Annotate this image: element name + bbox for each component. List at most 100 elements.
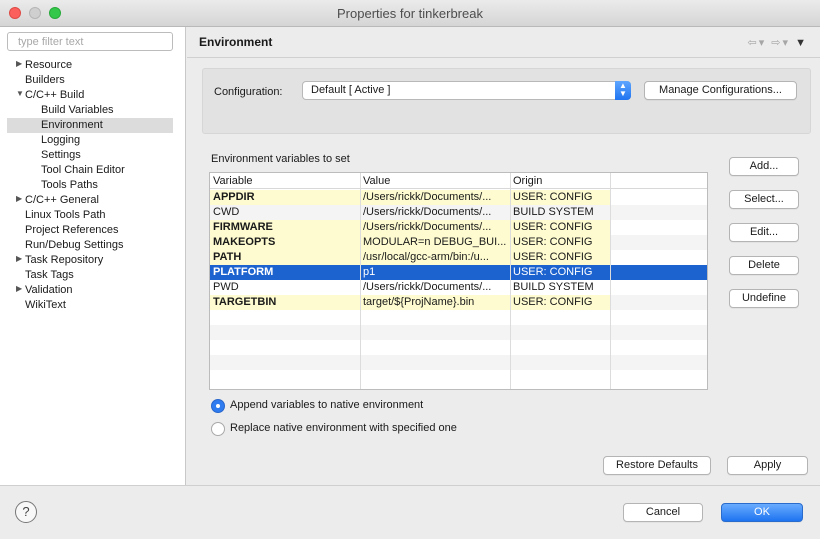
apply-button[interactable]: Apply <box>727 456 808 475</box>
help-icon[interactable]: ? <box>15 501 37 523</box>
variables-label: Environment variables to set <box>211 153 350 165</box>
tree-item-label: Settings <box>41 149 81 161</box>
cell-value: MODULAR=n DEBUG_BUI... <box>360 235 510 250</box>
tree-item-label: Logging <box>41 134 81 146</box>
filter-input[interactable]: type filter text <box>7 32 173 51</box>
undefine-button[interactable]: Undefine <box>729 289 799 308</box>
cell-variable: FIRMWARE <box>210 220 360 235</box>
column-header-value[interactable]: Value <box>360 173 510 189</box>
tree-item[interactable]: Project References <box>25 223 119 238</box>
expanded-arrow-icon[interactable]: ▼ <box>16 86 24 101</box>
chevron-down-icon[interactable]: ▾ <box>783 37 791 49</box>
tree-item[interactable]: Settings <box>41 148 81 163</box>
configuration-select[interactable]: Default [ Active ] ▲ ▼ <box>302 81 631 100</box>
cell-origin: USER: CONFIG <box>510 295 610 310</box>
cell-origin: BUILD SYSTEM <box>513 281 594 293</box>
table-row[interactable] <box>210 325 707 340</box>
tree-item-label: Tool Chain Editor <box>41 164 125 176</box>
tree-item-label: Project References <box>25 224 119 236</box>
select-arrows-icon: ▲ ▼ <box>615 81 631 100</box>
tree-item-label: Task Tags <box>25 269 74 281</box>
table-row[interactable]: APPDIR/Users/rickk/Documents/... USER: CO… <box>210 190 707 205</box>
tree-item[interactable]: Resource <box>25 58 72 73</box>
tree-item-label: Resource <box>25 59 73 71</box>
tree-item[interactable]: Build Variables <box>41 103 114 118</box>
tree-item[interactable]: Run/Debug Settings <box>25 238 123 253</box>
tree-item[interactable]: WikiText <box>25 298 66 313</box>
sidebar: type filter text Resource ▶ Builders C/C++ … <box>0 27 186 485</box>
tree-item[interactable]: Task Repository <box>25 253 103 268</box>
cell-variable: APPDIR <box>210 190 360 205</box>
tree-item[interactable]: Tool Chain Editor <box>41 163 125 178</box>
column-header-variable[interactable]: Variable <box>210 173 360 189</box>
add-button[interactable]: Add... <box>729 157 799 176</box>
table-row[interactable] <box>210 370 707 385</box>
ok-button[interactable]: OK <box>721 503 803 522</box>
collapsed-arrow-icon[interactable]: ▶ <box>16 56 22 71</box>
select-button[interactable]: Select... <box>729 190 799 209</box>
cell-value: /Users/rickk/Documents/... <box>360 220 510 235</box>
view-menu-icon[interactable]: ▼ <box>795 37 808 49</box>
cell-value: target/${ProjName}.bin <box>360 295 510 310</box>
table-row[interactable]: TARGETBIN target/${ProjName}.bin USER: CON… <box>210 295 707 310</box>
table-row[interactable]: CWD/Users/rickk/Documents/... BUILD SYSTE… <box>210 205 707 220</box>
cell-origin: USER: CONFIG <box>510 190 610 205</box>
tree-item-label: C/C++ Build <box>25 89 85 101</box>
variables-table: Variable Value Origin APPDIR/Users/rickk… <box>209 172 708 390</box>
cell-value: /usr/local/gcc-arm/bin:/u... <box>360 250 510 265</box>
tree-item-label: Run/Debug Settings <box>25 239 124 251</box>
configuration-label: Configuration: <box>214 86 283 98</box>
tree-item[interactable]: C/C++ General <box>25 193 99 208</box>
tree-item[interactable]: Task Tags <box>25 268 74 283</box>
forward-arrow-icon[interactable]: ⇨ <box>771 37 782 49</box>
tree-item-label: Build Variables <box>41 104 114 116</box>
tree-item-label: Linux Tools Path <box>25 209 106 221</box>
cancel-button[interactable]: Cancel <box>623 503 703 522</box>
collapsed-arrow-icon[interactable]: ▶ <box>16 281 22 296</box>
tree-item-label: Builders <box>25 74 65 86</box>
column-header-origin[interactable]: Origin <box>510 173 610 189</box>
append-radio-label: Append variables to native environment <box>230 399 424 411</box>
table-row[interactable] <box>210 310 707 325</box>
column-divider <box>360 173 361 389</box>
back-arrow-icon[interactable]: ⇦ <box>747 37 758 49</box>
cell-value: /Users/rickk/Documents/... <box>363 281 492 293</box>
cell-origin: USER: CONFIG <box>510 235 610 250</box>
tree-item[interactable]: Environment <box>7 118 173 133</box>
edit-button[interactable]: Edit... <box>729 223 799 242</box>
table-row[interactable]: PATH/usr/local/gcc-arm/bin:/u... USER: CO… <box>210 250 707 265</box>
cell-origin: USER: CONFIG <box>510 220 610 235</box>
table-row[interactable]: PWD/Users/rickk/Documents/... BUILD SYSTE… <box>210 280 707 295</box>
title-bar: Properties for tinkerbreak <box>0 0 820 27</box>
chevron-down-icon[interactable]: ▾ <box>759 37 767 49</box>
tree-item[interactable]: Validation <box>25 283 73 298</box>
tree-item[interactable]: Logging <box>41 133 80 148</box>
tree-item-label: Tools Paths <box>41 179 98 191</box>
replace-radio-label: Replace native environment with specifie… <box>230 422 457 434</box>
cell-variable: PLATFORM <box>213 266 274 278</box>
divider <box>187 57 820 58</box>
tree-item[interactable]: Tools Paths <box>41 178 98 193</box>
tree-item[interactable]: C/C++ Build <box>25 88 84 103</box>
cell-value: /Users/rickk/Documents/... <box>363 206 492 218</box>
table-row[interactable] <box>210 340 707 355</box>
delete-button[interactable]: Delete <box>729 256 799 275</box>
table-row[interactable]: MAKEOPTS MODULAR=n DEBUG_BUI... USER: CONF… <box>210 235 707 250</box>
tree-item[interactable]: Linux Tools Path <box>25 208 106 223</box>
collapsed-arrow-icon[interactable]: ▶ <box>16 191 22 206</box>
table-row[interactable]: PLATFORM p1 USER: CONFIG <box>210 265 707 280</box>
tree-item[interactable]: Builders <box>25 73 65 88</box>
collapsed-arrow-icon[interactable]: ▶ <box>16 251 22 266</box>
cell-variable: PATH <box>210 250 360 265</box>
column-divider <box>510 173 511 389</box>
manage-configurations-button[interactable]: Manage Configurations... <box>644 81 797 100</box>
window-title: Properties for tinkerbreak <box>337 6 483 21</box>
table-row[interactable] <box>210 355 707 370</box>
configuration-group: Configuration: Default [ Active ] ▲ ▼ Man… <box>202 68 811 134</box>
page-navigation: ⇦▾ ⇨▾ ▼ <box>747 36 808 49</box>
table-row[interactable]: FIRMWARE/Users/rickk/Documents/... USER: … <box>210 220 707 235</box>
restore-defaults-button[interactable]: Restore Defaults <box>603 456 711 475</box>
append-radio[interactable] <box>211 399 225 413</box>
cell-variable: PWD <box>213 281 239 293</box>
replace-radio[interactable] <box>211 422 225 436</box>
